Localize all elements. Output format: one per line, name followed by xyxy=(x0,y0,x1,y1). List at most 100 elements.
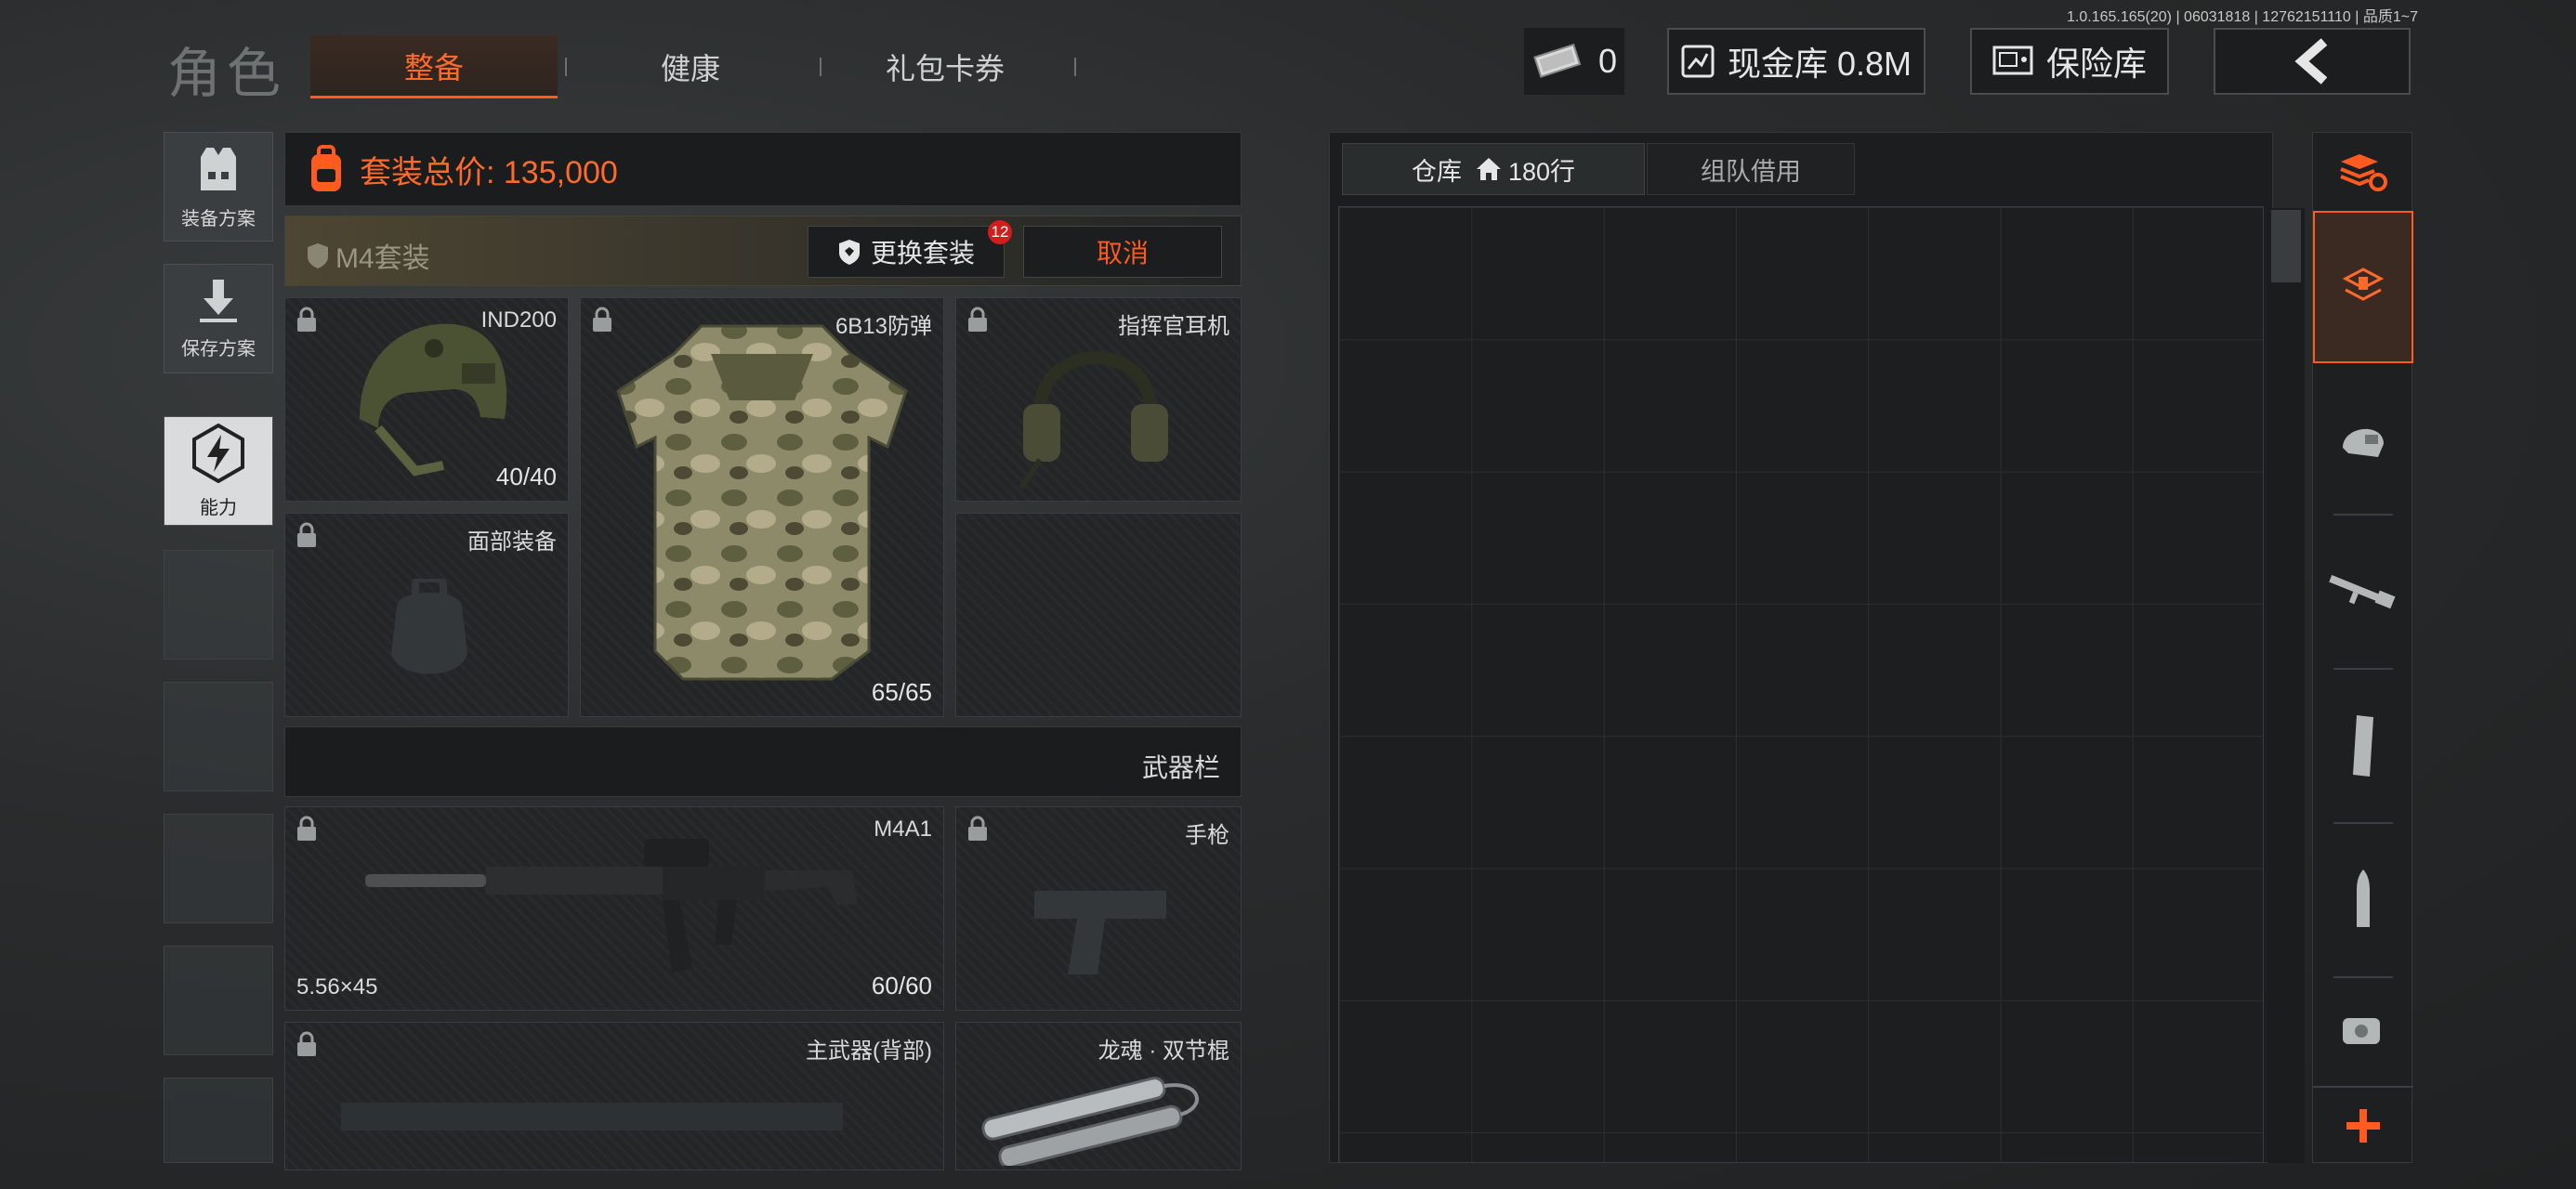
change-kit-label: 更换套装 xyxy=(870,239,975,268)
backpack-icon xyxy=(311,145,341,191)
caliber-label: 5.56×45 xyxy=(296,974,378,1000)
scrollbar-thumb[interactable] xyxy=(2271,210,2301,282)
primary-weapon-slot[interactable]: M4A1 5.56×45 60/60 xyxy=(284,806,944,1011)
safe-box-label: 保险库 xyxy=(2045,45,2147,83)
add-icon xyxy=(2346,1109,2380,1143)
filter-scope-button[interactable] xyxy=(2313,978,2413,1082)
helmet-image xyxy=(360,323,507,477)
storage-grid[interactable] xyxy=(1338,206,2264,1163)
weapons-header: 武器栏 xyxy=(284,726,1242,797)
tab-warehouse[interactable]: 仓库 180行 xyxy=(1342,143,1645,195)
cancel-button[interactable]: 取消 xyxy=(1023,226,1222,278)
sidebar-empty-slot xyxy=(164,814,273,923)
sidebar-empty-slot xyxy=(164,550,273,660)
sidebar-empty-slot xyxy=(164,946,273,1055)
tab-team-borrow[interactable]: 组队借用 xyxy=(1647,143,1855,195)
tab-divider xyxy=(1074,58,1076,76)
filter-ammo-button[interactable] xyxy=(2313,824,2413,976)
filter-sidebar xyxy=(2312,132,2413,1164)
filter-magazine-button[interactable] xyxy=(2313,670,2413,822)
headset-image xyxy=(1019,351,1168,490)
stack-refresh-icon xyxy=(2340,154,2387,191)
stack-refresh-button[interactable] xyxy=(2313,133,2413,211)
storage-scrollbar[interactable] xyxy=(2267,208,2305,1163)
version-text: 1.0.165.165(20) | 06031818 | 12762151110… xyxy=(2067,9,2418,25)
tab-label: 仓库 xyxy=(1411,157,1462,186)
lightning-ability-icon xyxy=(192,423,244,483)
sidebar-item-save-plan[interactable]: 保存方案 xyxy=(164,264,273,373)
durability-count: 60/60 xyxy=(871,972,932,1000)
lock-icon xyxy=(297,816,316,841)
rifle-placeholder-icon xyxy=(341,1103,843,1130)
lock-icon xyxy=(968,816,987,841)
kit-name: M4套装 xyxy=(335,243,430,274)
ammo-filter-icon xyxy=(2357,869,2370,927)
sidebar-empty-slot xyxy=(164,682,273,791)
row-count: 180行 xyxy=(1507,157,1576,186)
lock-icon xyxy=(297,1031,316,1056)
slot-label: 手枪 xyxy=(1185,823,1229,848)
notification-badge: 12 xyxy=(988,220,1012,244)
cash-vault-label: 现金库 0.8M xyxy=(1727,45,1912,83)
download-icon xyxy=(200,279,237,322)
face-mask-placeholder-icon xyxy=(391,579,467,674)
total-price-bar: 套装总价: 135,000 xyxy=(284,132,1242,206)
tab-equipment[interactable]: 整备 xyxy=(310,35,558,98)
currency-count: 0 xyxy=(1597,42,1618,80)
nunchaku-image xyxy=(981,1077,1199,1166)
empty-gear-slot[interactable] xyxy=(955,513,1242,717)
headset-slot[interactable]: 指挥官耳机 xyxy=(955,297,1242,502)
face-slot[interactable]: 面部装备 xyxy=(284,513,569,717)
melee-slot[interactable]: 龙魂 · 双节棍 xyxy=(955,1022,1242,1170)
scope-filter-icon xyxy=(2343,1018,2380,1044)
vault-icon xyxy=(1681,45,1715,78)
shield-icon xyxy=(308,243,328,268)
safe-icon xyxy=(1992,46,2033,75)
filter-helmet-button[interactable] xyxy=(2313,363,2413,516)
rifle-image xyxy=(365,839,858,973)
slot-label: M4A1 xyxy=(874,817,932,842)
durability-count: 65/65 xyxy=(871,678,932,706)
change-kit-button[interactable]: 更换套装 xyxy=(808,226,1005,278)
lock-icon xyxy=(968,307,987,332)
tab-coupons[interactable]: 礼包卡券 xyxy=(821,35,1069,98)
pistol-placeholder-icon xyxy=(1034,891,1166,974)
vest-plan-icon xyxy=(201,147,236,190)
slot-label: 面部装备 xyxy=(467,529,557,555)
home-icon xyxy=(1476,158,1501,180)
filter-all-button[interactable] xyxy=(2313,211,2413,363)
helmet-filter-icon xyxy=(2343,428,2384,457)
sidebar-empty-slot xyxy=(164,1078,273,1163)
sidebar-item-label: 装备方案 xyxy=(181,208,256,229)
page-title: 角色 xyxy=(167,44,287,104)
weapons-header-label: 武器栏 xyxy=(1141,753,1220,782)
slot-label: 龙魂 · 双节棍 xyxy=(1097,1039,1229,1064)
sidebar-item-ability[interactable]: 能力 xyxy=(164,416,273,526)
sidebar-item-loadout-plan[interactable]: 装备方案 xyxy=(164,132,273,242)
add-filter-button[interactable] xyxy=(2313,1086,2413,1164)
shield-icon xyxy=(838,240,860,265)
armor-slot[interactable]: 6B13防弹 65/65 xyxy=(580,297,944,717)
rifle-filter-icon xyxy=(2329,575,2396,609)
lock-icon xyxy=(297,307,316,332)
cash-icon xyxy=(1533,43,1582,78)
durability-count: 40/40 xyxy=(495,463,557,490)
kit-row: M4套装 更换套装 12 取消 xyxy=(284,216,1242,286)
armor-vest-image xyxy=(616,324,908,681)
pistol-slot[interactable]: 手枪 xyxy=(955,806,1242,1011)
primary-back-weapon-slot[interactable]: 主武器(背部) xyxy=(284,1022,944,1170)
total-price: 套装总价: 135,000 xyxy=(360,154,618,190)
sidebar-item-label: 保存方案 xyxy=(181,338,256,359)
tab-health[interactable]: 健康 xyxy=(567,35,814,98)
filter-rifle-button[interactable] xyxy=(2313,516,2413,668)
sidebar-item-label: 能力 xyxy=(200,497,237,518)
storage-layer-icon xyxy=(2342,268,2385,301)
currency-display[interactable]: 0 xyxy=(1524,28,1624,95)
back-button[interactable] xyxy=(2214,28,2411,95)
helmet-slot[interactable]: IND200 40/40 xyxy=(284,297,569,502)
slot-label: 主武器(背部) xyxy=(806,1039,932,1064)
kit-name-wrap: M4套装 xyxy=(306,235,430,276)
safe-box-button[interactable]: 保险库 xyxy=(1970,28,2169,95)
cash-vault-button[interactable]: 现金库 0.8M xyxy=(1667,28,1925,95)
lock-icon xyxy=(297,522,316,547)
